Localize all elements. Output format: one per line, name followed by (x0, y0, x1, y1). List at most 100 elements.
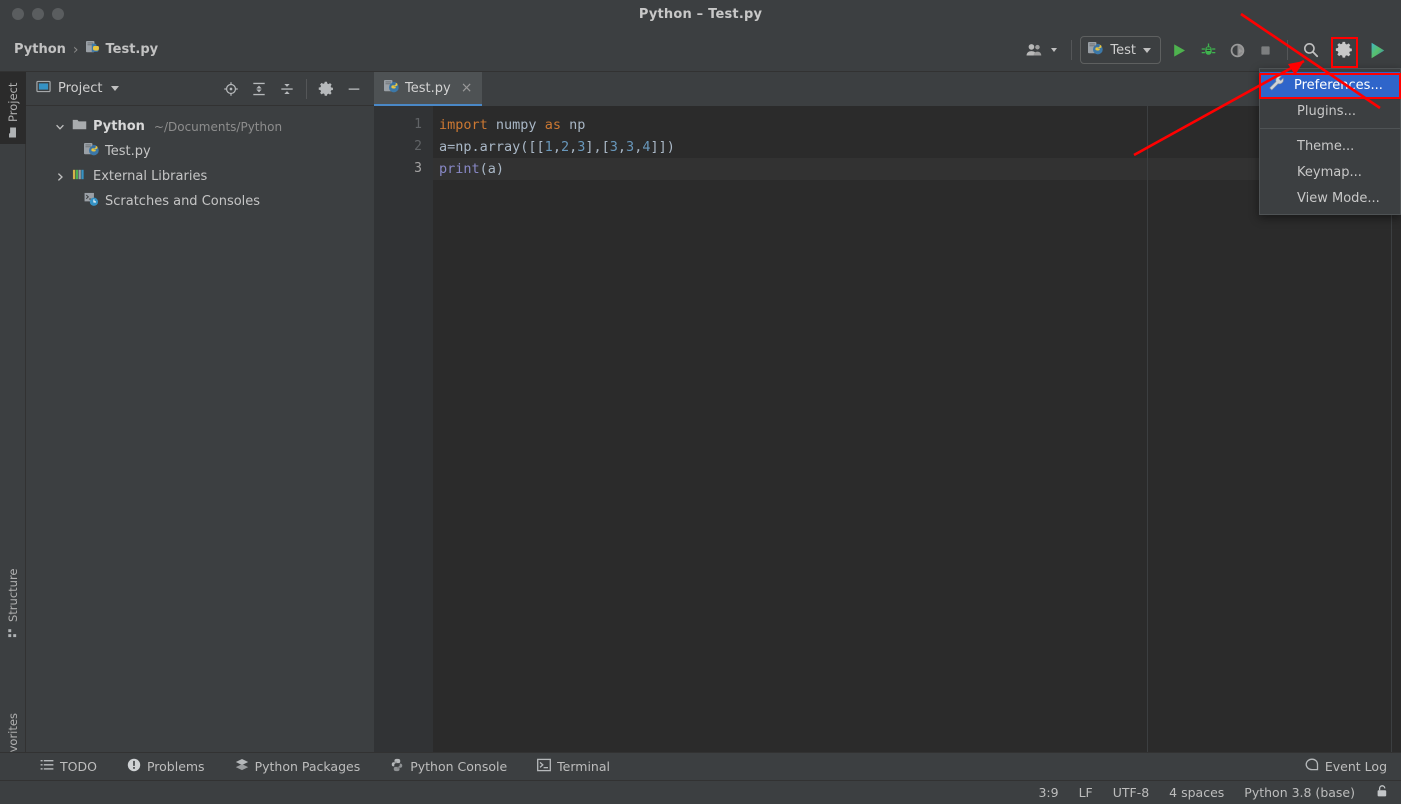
updates-button[interactable] (1362, 35, 1393, 65)
tab-test-py[interactable]: Test.py × (374, 72, 483, 106)
code-token: (a) (479, 161, 505, 177)
toolbar-divider-2 (1287, 40, 1288, 60)
tree-node-testpy[interactable]: Test.py (26, 139, 374, 164)
tree-node-external-libraries[interactable]: External Libraries (26, 164, 374, 189)
menu-item-preferences-label: Preferences... (1294, 77, 1383, 93)
project-panel-toolbar (217, 76, 374, 102)
chevron-right-icon[interactable] (54, 172, 66, 182)
tree-node-testpy-label: Test.py (105, 144, 151, 159)
code-token: 2 (560, 139, 570, 155)
user-account-button[interactable] (1020, 35, 1063, 65)
balloon-icon (1305, 758, 1319, 775)
python-file-icon (1088, 41, 1104, 60)
line-number: 1 (414, 117, 422, 132)
run-with-coverage-button[interactable] (1223, 35, 1252, 65)
menu-separator (1260, 128, 1400, 129)
pycharm-window: Python – Test.py Python › Test.py Test P… (0, 0, 1401, 804)
bottom-tool-todo[interactable]: TODO (40, 753, 97, 781)
search-button[interactable] (1296, 35, 1326, 65)
bottom-tool-terminal-label: Terminal (557, 759, 610, 774)
line-number: 3 (414, 161, 422, 176)
menu-item-theme[interactable]: Theme... (1260, 133, 1400, 159)
bottom-tool-python-console[interactable]: Python Console (390, 753, 507, 781)
structure-icon (6, 627, 20, 638)
run-configuration-selector[interactable]: Test (1080, 36, 1161, 64)
close-icon[interactable]: × (461, 80, 473, 96)
menu-item-view-mode-label: View Mode... (1297, 190, 1380, 206)
stop-button[interactable] (1252, 35, 1279, 65)
bottom-tool-problems[interactable]: Problems (127, 753, 205, 781)
code-token: numpy (487, 117, 545, 133)
breadcrumb-file-label: Test.py (105, 42, 159, 57)
breadcrumb-file[interactable]: Test.py (85, 40, 159, 59)
tree-node-scratches-label: Scratches and Consoles (105, 194, 261, 209)
chevron-down-icon (1143, 47, 1151, 53)
code-content[interactable]: import numpy as np a=np.array([[1,2,3],[3… (433, 106, 1401, 752)
project-tree: Python ~/Documents/Python Test.py Extern… (26, 106, 374, 214)
title-bar: Python – Test.py (0, 0, 1401, 28)
code-token: 3 (626, 139, 635, 155)
indent-setting[interactable]: 4 spaces (1169, 785, 1224, 800)
code-line: a=np.array([[1,2,3],[3,3,4]]) (433, 136, 1401, 158)
menu-item-keymap[interactable]: Keymap... (1260, 159, 1400, 185)
menu-item-preferences[interactable]: Preferences... (1260, 72, 1400, 98)
chevron-down-icon[interactable] (111, 86, 120, 91)
hide-panel-icon[interactable] (340, 76, 368, 102)
event-log-button[interactable]: Event Log (1305, 758, 1387, 775)
bottom-tool-window-bar: TODO Problems Python Packages Python Con… (0, 752, 1401, 780)
menu-item-theme-label: Theme... (1297, 138, 1355, 154)
breadcrumb-project[interactable]: Python (14, 42, 66, 57)
sidebar-item-project[interactable]: Project (0, 72, 26, 144)
sidebar-item-structure[interactable]: Structure (0, 552, 26, 644)
bottom-tool-python-console-label: Python Console (410, 759, 508, 774)
project-panel-header: Project (26, 72, 374, 106)
code-editor[interactable]: 1 2 3 import numpy as np a=np.array([[1,2… (374, 106, 1401, 752)
line-number-gutter: 1 2 3 (374, 106, 433, 752)
settings-dropdown-menu: Preferences... Plugins... Theme... Keyma… (1259, 68, 1401, 215)
tab-label: Test.py (405, 80, 451, 96)
project-panel-title: Project (58, 81, 103, 96)
code-token: , (617, 139, 627, 155)
locate-icon[interactable] (217, 76, 245, 102)
tree-node-scratches[interactable]: Scratches and Consoles (26, 189, 374, 214)
line-separator[interactable]: LF (1079, 785, 1093, 800)
left-tool-window-strip: Project Structure Favorites (0, 72, 26, 782)
bottom-tool-python-packages[interactable]: Python Packages (235, 753, 361, 781)
scratches-icon (84, 192, 99, 211)
panel-settings-gear-icon[interactable] (312, 76, 340, 102)
menu-item-keymap-label: Keymap... (1297, 164, 1362, 180)
sidebar-item-project-label: Project (6, 82, 20, 122)
line-number: 2 (414, 139, 422, 154)
tree-node-python[interactable]: Python ~/Documents/Python (26, 114, 374, 139)
code-line: print(a) (433, 158, 1401, 180)
debug-button[interactable] (1194, 35, 1223, 65)
lock-icon[interactable] (1375, 784, 1389, 802)
tree-node-python-path: ~/Documents/Python (153, 119, 283, 134)
expand-all-icon[interactable] (245, 76, 273, 102)
bottom-tool-python-packages-label: Python Packages (254, 759, 361, 774)
main-toolbar: Test (1020, 28, 1393, 72)
code-line: import numpy as np (433, 114, 1401, 136)
settings-button[interactable] (1326, 35, 1362, 65)
status-bar: 3:9 LF UTF-8 4 spaces Python 3.8 (base) (0, 780, 1401, 804)
run-button[interactable] (1165, 35, 1194, 65)
chevron-down-icon[interactable] (54, 122, 66, 132)
bottom-tool-terminal[interactable]: Terminal (537, 753, 610, 781)
warning-icon (127, 758, 141, 775)
editor-tab-bar: Test.py × (374, 72, 1401, 106)
bottom-tool-problems-label: Problems (146, 759, 205, 774)
menu-item-plugins[interactable]: Plugins... (1260, 98, 1400, 124)
window-title: Python – Test.py (638, 6, 763, 22)
python-interpreter[interactable]: Python 3.8 (base) (1244, 785, 1355, 800)
panel-toolbar-divider (306, 78, 307, 99)
status-bar-right: 3:9 LF UTF-8 4 spaces Python 3.8 (base) (1038, 784, 1401, 802)
file-encoding[interactable]: UTF-8 (1113, 785, 1149, 800)
menu-item-view-mode[interactable]: View Mode... (1260, 185, 1400, 211)
code-token: , (569, 139, 578, 155)
caret-position[interactable]: 3:9 (1038, 785, 1058, 800)
collapse-all-icon[interactable] (273, 76, 301, 102)
editor-area: Test.py × 1 2 3 import numpy as np a=np.a… (374, 72, 1401, 752)
packages-icon (235, 758, 249, 775)
navigation-bar: Python › Test.py Test (0, 28, 1401, 72)
folder-icon (72, 117, 87, 136)
